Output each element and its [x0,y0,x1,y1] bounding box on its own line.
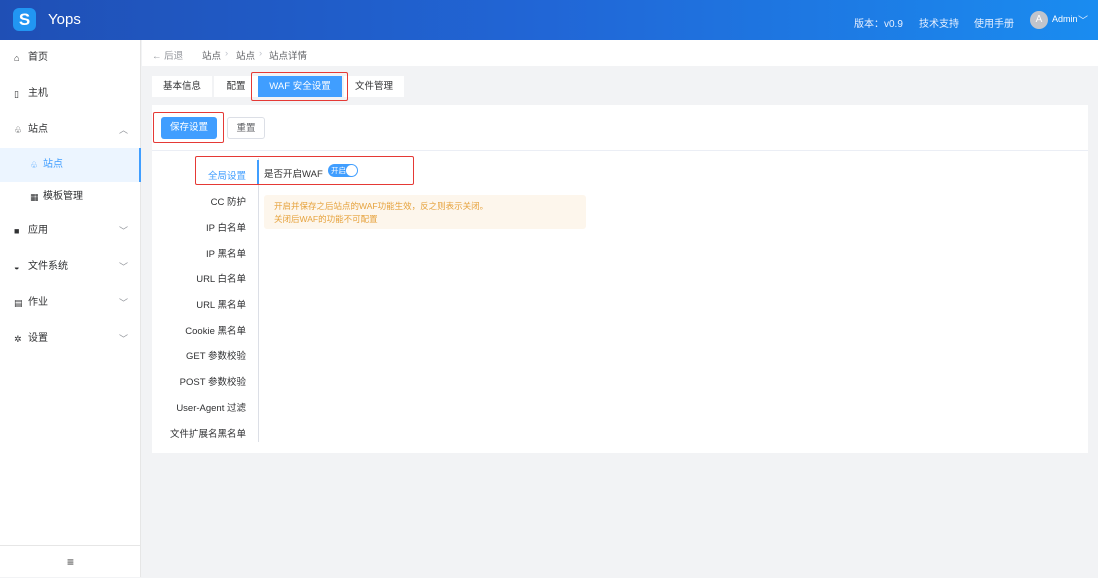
sidebar-item-templates[interactable]: ▦ 模板管理 [0,180,141,214]
highlight-box [251,72,348,101]
server-icon: ▯ [14,89,19,99]
brand-name: Yops [48,11,81,28]
breadcrumb-item[interactable]: 站点 [202,48,221,62]
home-icon: ⌂ [14,53,20,63]
sitemap-icon: ♧ [14,125,23,135]
sidebar-item-settings[interactable]: ✲ 设置 ﹀ [0,322,141,356]
job-icon: ▤ [14,298,23,308]
waf-menu-ip-whitelist[interactable]: IP 白名单 [206,220,246,234]
logo-icon: S [13,8,36,31]
sidebar-item-jobs[interactable]: ▤ 作业 ﹀ [0,286,141,320]
sidebar-item-filesystem[interactable]: ◒ 文件系统 ﹀ [0,250,141,284]
chevron-down-icon: ﹀ [119,262,129,272]
disk-icon: ◒ [14,262,20,272]
app-header: S Yops 版本：v0.9 技术支持 使用手册 A Admin ﹀ [0,0,1098,40]
waf-menu-get-check[interactable]: GET 参数校验 [186,348,246,362]
waf-tip-alert: 开启并保存之后站点的WAF功能生效，反之则表示关闭。 关闭后WAF的功能不可配置 [264,195,586,229]
breadcrumb-item[interactable]: 站点 [236,48,255,62]
chevron-up-icon: ︿ [119,125,129,135]
sitemap-icon: ♧ [30,160,39,170]
chevron-down-icon: ﹀ [119,334,129,344]
template-icon: ▦ [30,192,39,202]
version-label: 版本：v0.9 [854,19,903,30]
breadcrumb-item: 站点详情 [269,51,308,62]
waf-menu-cookie-blacklist[interactable]: Cookie 黑名单 [185,323,246,337]
waf-menu-url-blacklist[interactable]: URL 黑名单 [196,297,246,311]
chevron-down-icon: ﹀ [119,298,129,308]
chevron-right-icon: › [225,48,229,59]
sidebar-item-sites[interactable]: ♧ 站点 ︿ [0,113,141,147]
highlight-box [195,156,414,185]
tab-basic-info[interactable]: 基本信息 [152,76,212,97]
waf-menu-ip-blacklist[interactable]: IP 黑名单 [206,246,246,260]
collapse-menu-icon[interactable]: ≡ [0,545,141,577]
tab-file-manager[interactable]: 文件管理 [344,76,404,97]
manual-link[interactable]: 使用手册 [974,15,1014,30]
sidebar-item-site[interactable]: ♧ 站点 [0,148,141,182]
chevron-down-icon[interactable]: ﹀ [1078,12,1088,27]
sidebar-item-apps[interactable]: ■ 应用 ﹀ [0,214,141,248]
sidebar-item-host[interactable]: ▯ 主机 [0,77,141,111]
waf-menu-ext-blacklist[interactable]: 文件扩展名黑名单 [170,426,246,440]
back-button[interactable]: ← 后退 [152,48,183,62]
support-link[interactable]: 技术支持 [919,15,959,30]
reset-button[interactable]: 重置 [227,117,265,139]
apps-icon: ■ [14,226,20,236]
chevron-down-icon: ﹀ [119,226,129,236]
waf-menu-user-agent[interactable]: User-Agent 过滤 [176,400,246,414]
gear-icon: ✲ [14,334,22,344]
waf-menu-url-whitelist[interactable]: URL 白名单 [196,271,246,285]
highlight-box [153,112,224,143]
divider [152,150,1088,151]
waf-menu-cc[interactable]: CC 防护 [211,194,246,208]
sidebar: ⌂ 首页 ▯ 主机 ♧ 站点 ︿ ♧ 站点 ▦ 模板管理 ■ 应用 ﹀ ◒ 文件系统 ﹀ ▤ 作业 ﹀ … [0,40,141,577]
breadcrumb-bar: ← 后退 站点 › 站点 › 站点详情 [142,40,1098,66]
sidebar-item-home[interactable]: ⌂ 首页 [0,41,141,75]
avatar[interactable]: A [1030,11,1048,29]
waf-menu-post-check[interactable]: POST 参数校验 [180,374,246,388]
chevron-right-icon: › [259,48,263,59]
user-menu[interactable]: Admin [1052,14,1078,24]
menu-border [258,158,259,442]
